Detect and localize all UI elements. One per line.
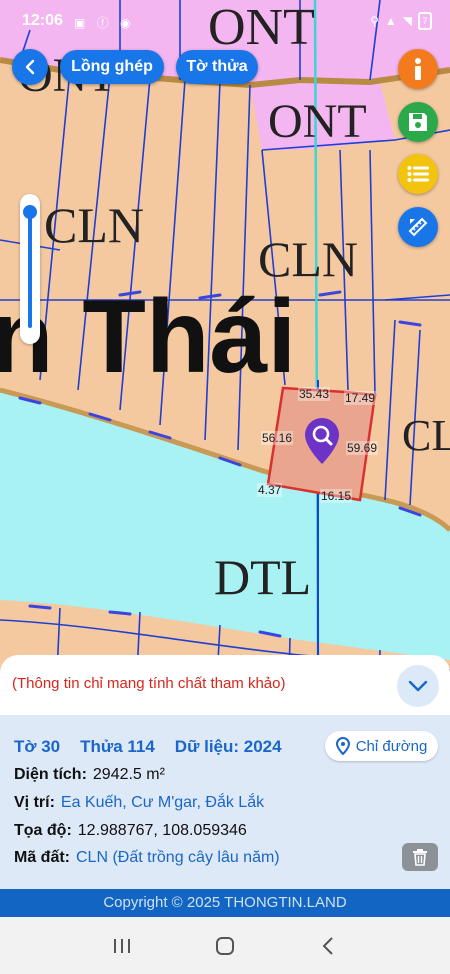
chevron-down-icon bbox=[408, 680, 428, 692]
ruler-pencil-icon bbox=[408, 217, 428, 237]
location-marker-icon[interactable] bbox=[305, 418, 339, 464]
directions-button[interactable]: Chỉ đường bbox=[325, 731, 438, 761]
status-left-icons: ▣ ⓕ ◉ bbox=[74, 14, 135, 31]
land-code-row: Mã đất: CLN (Đất trồng cây lâu năm) bbox=[14, 849, 280, 867]
area-label: Diện tích: bbox=[14, 766, 87, 783]
coords-row: Tọa độ: 12.988767, 108.059346 bbox=[14, 822, 247, 840]
location-value[interactable]: Ea Kuếh, Cư M'gar, Đắk Lắk bbox=[61, 794, 264, 812]
back-icon bbox=[322, 936, 334, 955]
save-button[interactable] bbox=[398, 102, 438, 142]
map-place-name: n Thái bbox=[0, 279, 297, 395]
dimension-label: 56.16 bbox=[261, 431, 294, 445]
map-label-dtl: DTL bbox=[214, 549, 312, 605]
messenger-icon: ◉ bbox=[120, 16, 135, 30]
delete-button[interactable] bbox=[402, 843, 438, 871]
home-icon bbox=[215, 936, 234, 955]
wifi-icon: ◥ bbox=[402, 14, 412, 28]
dimension-label: 35.43 bbox=[298, 387, 331, 401]
status-bar: 12:06 ▣ ⓕ ◉ ⚲ ▲ ◥ 7 bbox=[0, 0, 450, 44]
recent-apps-icon bbox=[113, 938, 130, 953]
collapse-sheet-button[interactable] bbox=[397, 665, 439, 707]
recent-apps-button[interactable] bbox=[102, 926, 142, 966]
screen-icon: ▣ bbox=[74, 16, 90, 30]
copyright-bar: Copyright © 2025 THONGTIN.LAND bbox=[0, 889, 450, 917]
status-time: 12:06 bbox=[22, 12, 63, 29]
info-button[interactable] bbox=[398, 49, 438, 89]
parcel-header: Tờ 30 Thửa 114 Dữ liệu: 2024 bbox=[14, 737, 282, 757]
land-code-value: CLN (Đất trồng cây lâu năm) bbox=[76, 849, 280, 866]
disclaimer-bar: (Thông tin chỉ mang tính chất tham khảo) bbox=[0, 655, 450, 715]
coords-label: Tọa độ: bbox=[14, 822, 72, 839]
zoom-handle[interactable] bbox=[23, 205, 37, 219]
map-label-cln: CLN bbox=[44, 197, 144, 253]
parcel-map[interactable]: ONT ONT ONT CLN CLN CL n Thái DTL 35.43 … bbox=[0, 0, 450, 715]
zoom-slider[interactable] bbox=[20, 194, 40, 344]
system-nav-bar bbox=[0, 917, 450, 974]
back-button[interactable] bbox=[12, 49, 48, 85]
directions-label: Chỉ đường bbox=[355, 737, 428, 755]
system-back-button[interactable] bbox=[308, 926, 348, 966]
data-year: Dữ liệu: 2024 bbox=[174, 737, 282, 756]
dimension-label: 4.37 bbox=[257, 483, 283, 497]
trash-icon bbox=[413, 849, 427, 866]
battery-icon: 7 bbox=[418, 12, 432, 30]
land-code-label: Mã đất: bbox=[14, 849, 70, 866]
status-right-icons: ⚲ ▲ ◥ 7 bbox=[370, 12, 432, 30]
dimension-label: 59.69 bbox=[346, 441, 379, 455]
info-icon bbox=[415, 58, 421, 80]
location-row: Vị trí: Ea Kuếh, Cư M'gar, Đắk Lắk bbox=[14, 794, 264, 812]
map-label-ont: ONT bbox=[268, 95, 367, 148]
long-ghep-button[interactable]: Lồng ghép bbox=[60, 50, 164, 84]
chevron-left-icon bbox=[25, 59, 35, 75]
list-icon bbox=[407, 166, 429, 182]
location-icon: ⚲ bbox=[370, 14, 379, 28]
sheet-number: Tờ 30 bbox=[14, 737, 61, 756]
save-icon bbox=[409, 113, 427, 131]
zoom-track bbox=[28, 208, 32, 328]
home-button[interactable] bbox=[205, 926, 245, 966]
area-value: 2942.5 m² bbox=[92, 766, 165, 783]
measure-button[interactable] bbox=[398, 207, 438, 247]
disclaimer-text: (Thông tin chỉ mang tính chất tham khảo) bbox=[12, 675, 286, 692]
dimension-label: 16.15 bbox=[320, 489, 353, 503]
parcel-number: Thửa 114 bbox=[80, 737, 155, 756]
to-thua-button[interactable]: Tờ thửa bbox=[176, 50, 258, 84]
map-label-cln: CL bbox=[402, 411, 450, 460]
parcel-info-panel: Tờ 30 Thửa 114 Dữ liệu: 2024 Chỉ đường D… bbox=[0, 715, 450, 889]
map-pin-icon bbox=[335, 737, 350, 755]
area-row: Diện tích: 2942.5 m² bbox=[14, 766, 165, 784]
dimension-label: 17.49 bbox=[344, 391, 377, 405]
facebook-icon: ⓕ bbox=[96, 16, 113, 30]
list-button[interactable] bbox=[398, 154, 438, 194]
signal-4g-icon: ▲ bbox=[384, 14, 397, 28]
coords-value: 12.988767, 108.059346 bbox=[77, 822, 247, 839]
location-label: Vị trí: bbox=[14, 794, 55, 811]
